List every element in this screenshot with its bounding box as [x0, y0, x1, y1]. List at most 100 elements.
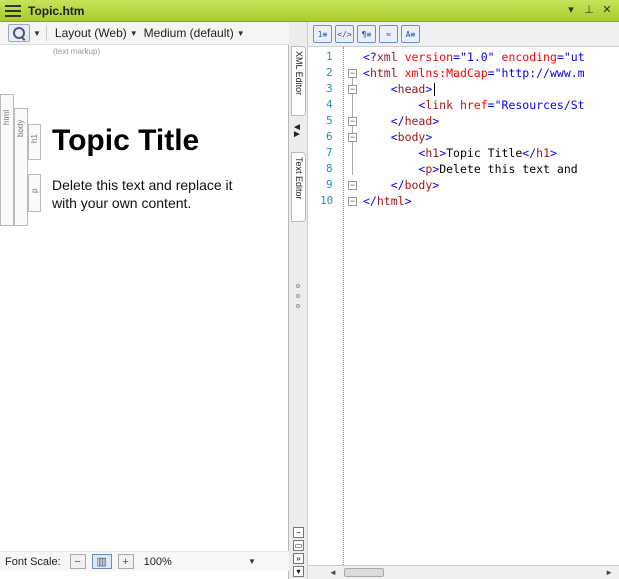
code-token: </ [522, 146, 537, 160]
code-token: = [453, 50, 460, 64]
code-token: </ [390, 114, 405, 128]
swap-panes-icon[interactable]: ◄ ► [292, 123, 302, 140]
code-token: h1 [536, 146, 551, 160]
code-token: "Resources/St [494, 98, 585, 112]
line-number: 8 [326, 162, 333, 175]
code-token: </ [363, 194, 377, 208]
fold-toggle-icon[interactable]: − [348, 69, 357, 78]
chevron-down-icon: ▼ [236, 28, 245, 38]
code-token: "http://www.m [494, 66, 585, 80]
tag-markup-button[interactable]: </> [335, 25, 354, 43]
code-token: <? [363, 50, 377, 64]
editor-switch-strip: XML Editor ◄ ► Text Editor − ▭ » ▾ [289, 22, 308, 579]
scrollbar-thumb[interactable] [344, 568, 384, 577]
word-wrap-button[interactable]: ≈ [379, 25, 398, 43]
text-editor-toolbar: 1≡ </> ¶≡ ≈ A≡ [308, 22, 619, 47]
paragraph-format-button[interactable]: ¶≡ [357, 25, 376, 43]
layout-toolbar: ▼ Layout (Web) ▼ Medium (default) ▼ [0, 22, 289, 45]
text-format-button[interactable]: A≡ [401, 25, 420, 43]
code-token: href [453, 98, 488, 112]
scroll-right-icon[interactable]: ► [605, 568, 613, 577]
window-controls: ▾ ⊥ ✕ [565, 3, 613, 17]
split-horizontal-icon[interactable]: − [293, 527, 304, 538]
tab-xml-editor[interactable]: XML Editor [291, 46, 306, 116]
dropdown-icon[interactable]: ▾ [565, 3, 577, 17]
zoom-icon[interactable] [8, 24, 30, 42]
scroll-left-icon[interactable]: ◄ [329, 568, 337, 577]
code-token: = [487, 98, 495, 112]
medium-dropdown[interactable]: Medium (default) ▼ [141, 24, 248, 43]
code-line[interactable]: <body> [363, 130, 433, 144]
code-line[interactable]: <?xml version="1.0" encoding="ut [363, 50, 585, 64]
menu-icon[interactable] [5, 4, 21, 17]
code-token: > [425, 82, 433, 96]
document-canvas[interactable]: Topic Title Delete this text and replace… [41, 92, 288, 552]
line-numbers-button[interactable]: 1≡ [313, 25, 332, 43]
fold-end-icon: − [348, 180, 357, 190]
code-token: Delete this text and [439, 162, 578, 176]
close-icon[interactable]: ✕ [601, 3, 613, 17]
zoom-dropdown-caret[interactable]: ▼ [33, 29, 41, 38]
code-token: < [363, 66, 370, 80]
code-token: < [390, 130, 398, 144]
horizontal-scrollbar[interactable]: ◄ ► [308, 565, 619, 579]
pin-icon[interactable]: ⊥ [583, 3, 595, 17]
line-number: 3 [326, 82, 333, 95]
text-markup-hint: (text markup) [53, 47, 101, 56]
structure-bar-h1[interactable]: h1 [28, 124, 41, 160]
structure-bar-body[interactable]: body [14, 108, 28, 226]
code-token: link [425, 98, 454, 112]
font-scale-reset-button[interactable]: ▥ [91, 554, 112, 569]
line-number: 1 [326, 50, 333, 63]
code-token: head [404, 114, 433, 128]
code-token: > [404, 194, 412, 208]
code-line[interactable]: </head> [363, 114, 440, 128]
code-line[interactable]: <link href="Resources/St [363, 98, 585, 112]
fold-end-icon: − [348, 116, 357, 126]
code-line[interactable]: <html xmlns:MadCap="http://www.m [363, 66, 585, 80]
line-number: 9 [326, 178, 333, 191]
code-token: "1.0" [459, 50, 495, 64]
tab-text-editor[interactable]: Text Editor [291, 152, 306, 222]
font-scale-increase-button[interactable]: + [117, 554, 134, 569]
window-title: Topic.htm [28, 3, 85, 18]
structure-bars: html body h1 p [0, 92, 41, 552]
splitter-grip-icon[interactable] [296, 284, 300, 314]
code-line[interactable]: </body> [363, 178, 440, 192]
scroll-down-icon[interactable]: ▾ [293, 566, 304, 577]
code-token: encoding [494, 50, 557, 64]
line-number: 7 [326, 146, 333, 159]
window-title-bar: Topic.htm ▾ ⊥ ✕ [0, 0, 619, 22]
code-line[interactable]: <h1>Topic Title</h1> [363, 146, 557, 160]
code-editor[interactable]: <?xml version="1.0" encoding="ut <html xm… [363, 47, 619, 565]
code-line[interactable]: </html> [363, 194, 412, 208]
split-single-icon[interactable]: ▭ [293, 540, 304, 551]
code-line[interactable]: <p>Delete this text and [363, 162, 578, 176]
document-paragraph[interactable]: Delete this text and replace it with you… [52, 176, 252, 212]
fold-toggle-icon[interactable]: − [348, 85, 357, 94]
code-token: xml [376, 50, 398, 64]
line-number: 4 [326, 98, 333, 111]
code-token: body [397, 130, 426, 144]
code-line[interactable]: <head> [363, 82, 436, 96]
font-scale-decrease-button[interactable]: − [69, 554, 86, 569]
code-token: head [397, 82, 426, 96]
code-token: "ut [563, 50, 585, 64]
font-scale-dropdown-caret[interactable]: ▼ [248, 557, 256, 566]
document-heading[interactable]: Topic Title [52, 124, 199, 158]
fold-toggle-icon[interactable]: − [348, 133, 357, 142]
code-token: h1 [425, 146, 440, 160]
line-number-gutter: 1 2 3 4 5 6 7 8 9 10 [308, 47, 344, 565]
fold-end-icon: − [348, 196, 357, 206]
code-token: > [550, 146, 557, 160]
structure-bar-p[interactable]: p [28, 174, 41, 212]
structure-bar-html[interactable]: html [0, 94, 14, 226]
layout-dropdown[interactable]: Layout (Web) ▼ [52, 24, 141, 43]
expand-icon[interactable]: » [293, 553, 304, 564]
font-scale-label: Font Scale: [5, 555, 61, 568]
xml-editor-pane: ▼ Layout (Web) ▼ Medium (default) ▼ (tex… [0, 22, 289, 579]
